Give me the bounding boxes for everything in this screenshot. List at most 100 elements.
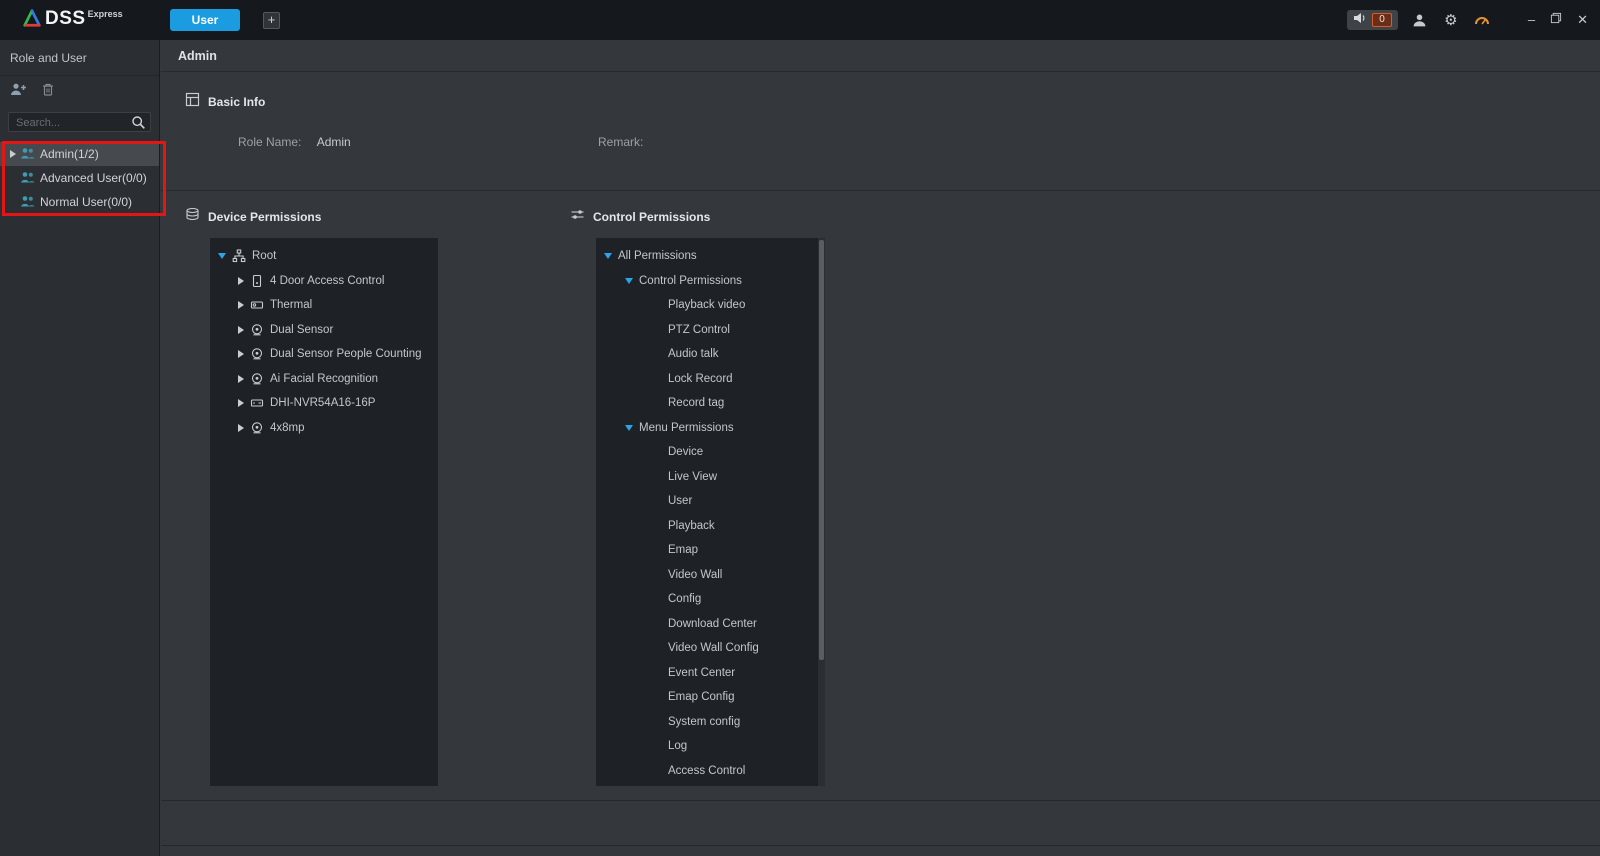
add-tab-button[interactable]: +: [263, 12, 280, 29]
role-group-icon: [20, 146, 35, 163]
tree-item-label: Audio talk: [668, 348, 719, 360]
tree-item-permission[interactable]: Playback: [596, 514, 825, 539]
tree-item-device[interactable]: Ai Facial Recognition: [210, 367, 438, 392]
chevron-right-icon[interactable]: [238, 375, 244, 383]
chevron-down-icon[interactable]: [218, 253, 226, 259]
delete-user-button[interactable]: [41, 82, 55, 102]
speaker-icon: [1353, 11, 1367, 29]
minimize-button[interactable]: –: [1528, 11, 1535, 29]
restore-button[interactable]: [1550, 11, 1562, 29]
role-item-normal-user[interactable]: Normal User(0/0): [0, 190, 159, 214]
tree-item-permission[interactable]: PTZ Control: [596, 318, 825, 343]
search-input[interactable]: [9, 114, 150, 132]
tree-item-permission[interactable]: Playback video: [596, 293, 825, 318]
tree-item-label: 4 Door Access Control: [270, 275, 384, 287]
role-item-admin[interactable]: Admin(1/2): [0, 142, 159, 166]
search-icon[interactable]: [131, 115, 146, 135]
chevron-right-icon[interactable]: [238, 350, 244, 358]
sidebar-toolbar: [0, 76, 159, 108]
tree-item-label: Video Wall: [668, 569, 722, 581]
tree-item-label: Lock Record: [668, 373, 733, 385]
tree-item-permission[interactable]: Device: [596, 440, 825, 465]
tree-item-permission[interactable]: Lock Record: [596, 367, 825, 392]
dome-camera-device-icon: [250, 323, 264, 337]
tree-item-label: Thermal: [270, 299, 312, 311]
tree-item-label: System config: [668, 716, 740, 728]
tree-item-device[interactable]: Thermal: [210, 293, 438, 318]
org-root-icon: [232, 249, 246, 263]
add-user-button[interactable]: [10, 82, 27, 102]
tree-item-permission[interactable]: Emap Config: [596, 685, 825, 710]
window-controls: – ✕: [1528, 11, 1588, 29]
vertical-scrollbar[interactable]: [818, 238, 825, 786]
device-permissions-icon: [185, 207, 200, 227]
chevron-right-icon[interactable]: [238, 424, 244, 432]
basic-info-fields: Role Name: Admin Remark:: [161, 135, 1600, 151]
chevron-down-icon[interactable]: [625, 278, 633, 284]
control-permissions-tree: All Permissions Control Permissions Play…: [596, 238, 825, 786]
dome-camera-device-icon: [250, 372, 264, 386]
tree-item-device[interactable]: DHI-NVR54A16-16P: [210, 391, 438, 416]
tree-item-permission[interactable]: User: [596, 489, 825, 514]
tree-item-permission[interactable]: Log: [596, 734, 825, 759]
chevron-right-icon[interactable]: [238, 301, 244, 309]
tree-item-label: Root: [252, 250, 276, 262]
basic-info-title: Basic Info: [208, 95, 265, 109]
close-button[interactable]: ✕: [1577, 11, 1588, 29]
basic-info-section-header: Basic Info: [185, 92, 265, 112]
chevron-down-icon[interactable]: [625, 425, 633, 431]
tree-item-menu-permissions[interactable]: Menu Permissions: [596, 416, 825, 441]
tree-item-label: 4x8mp: [270, 422, 305, 434]
tree-item-permission[interactable]: Audio talk: [596, 342, 825, 367]
tree-item-device[interactable]: Dual Sensor: [210, 318, 438, 343]
scrollbar-thumb[interactable]: [819, 240, 824, 660]
tree-item-permission[interactable]: Event Center: [596, 661, 825, 686]
role-item-advanced-user[interactable]: Advanced User(0/0): [0, 166, 159, 190]
tree-item-label: Ai Facial Recognition: [270, 373, 378, 385]
tree-item-permission[interactable]: Emap: [596, 538, 825, 563]
tree-item-permission[interactable]: Video Wall Config: [596, 636, 825, 661]
role-item-label: Admin(1/2): [40, 147, 99, 161]
role-user-sidebar: Role and User: [0, 40, 160, 856]
role-item-label: Normal User(0/0): [40, 195, 132, 209]
nvr-device-icon: [250, 396, 264, 410]
device-permissions-title: Device Permissions: [208, 210, 321, 224]
chevron-right-icon[interactable]: [238, 277, 244, 285]
tree-item-label: All Permissions: [618, 250, 697, 262]
role-name-label: Role Name:: [238, 135, 301, 149]
tree-item-label: Emap Config: [668, 691, 734, 703]
tree-item-permission[interactable]: Config: [596, 587, 825, 612]
gear-icon: ⚙: [1444, 11, 1457, 29]
settings-gear-button[interactable]: ⚙: [1442, 11, 1460, 29]
role-name-value: Admin: [317, 135, 351, 149]
chevron-right-icon[interactable]: [10, 150, 16, 158]
tree-item-label: Access Control: [668, 765, 745, 777]
tree-item-device[interactable]: 4 Door Access Control: [210, 269, 438, 294]
tree-item-permission[interactable]: System config: [596, 710, 825, 735]
tree-item-device[interactable]: Dual Sensor People Counting: [210, 342, 438, 367]
tree-item-label: User: [668, 495, 692, 507]
tree-item-permission[interactable]: Video Wall: [596, 563, 825, 588]
tree-item-permission[interactable]: Live View: [596, 465, 825, 490]
alert-sound-button[interactable]: 0: [1347, 10, 1398, 30]
tree-item-all-permissions[interactable]: All Permissions: [596, 244, 825, 269]
tree-item-control-permissions[interactable]: Control Permissions: [596, 269, 825, 294]
tree-item-permission[interactable]: Access Control: [596, 759, 825, 784]
chevron-down-icon[interactable]: [604, 253, 612, 259]
tree-item-permission[interactable]: Download Center: [596, 612, 825, 637]
performance-gauge-button[interactable]: [1473, 11, 1491, 29]
tree-item-device[interactable]: 4x8mp: [210, 416, 438, 441]
main-content: Admin Basic Info Role Name: Admin Remark…: [161, 40, 1600, 856]
tree-item-label: Control Permissions: [639, 275, 742, 287]
user-account-button[interactable]: [1411, 11, 1429, 29]
dome-camera-device-icon: [250, 421, 264, 435]
footer-divider: [161, 845, 1600, 846]
tab-user[interactable]: User: [170, 9, 240, 31]
tree-item-label: Event Center: [668, 667, 735, 679]
control-permissions-header: Control Permissions: [570, 207, 710, 227]
tree-item-root[interactable]: Root: [210, 244, 438, 269]
chevron-right-icon[interactable]: [238, 326, 244, 334]
chevron-right-icon[interactable]: [238, 399, 244, 407]
device-permissions-tree: Root 4 Door Access Control Thermal: [210, 238, 438, 786]
tree-item-permission[interactable]: Record tag: [596, 391, 825, 416]
